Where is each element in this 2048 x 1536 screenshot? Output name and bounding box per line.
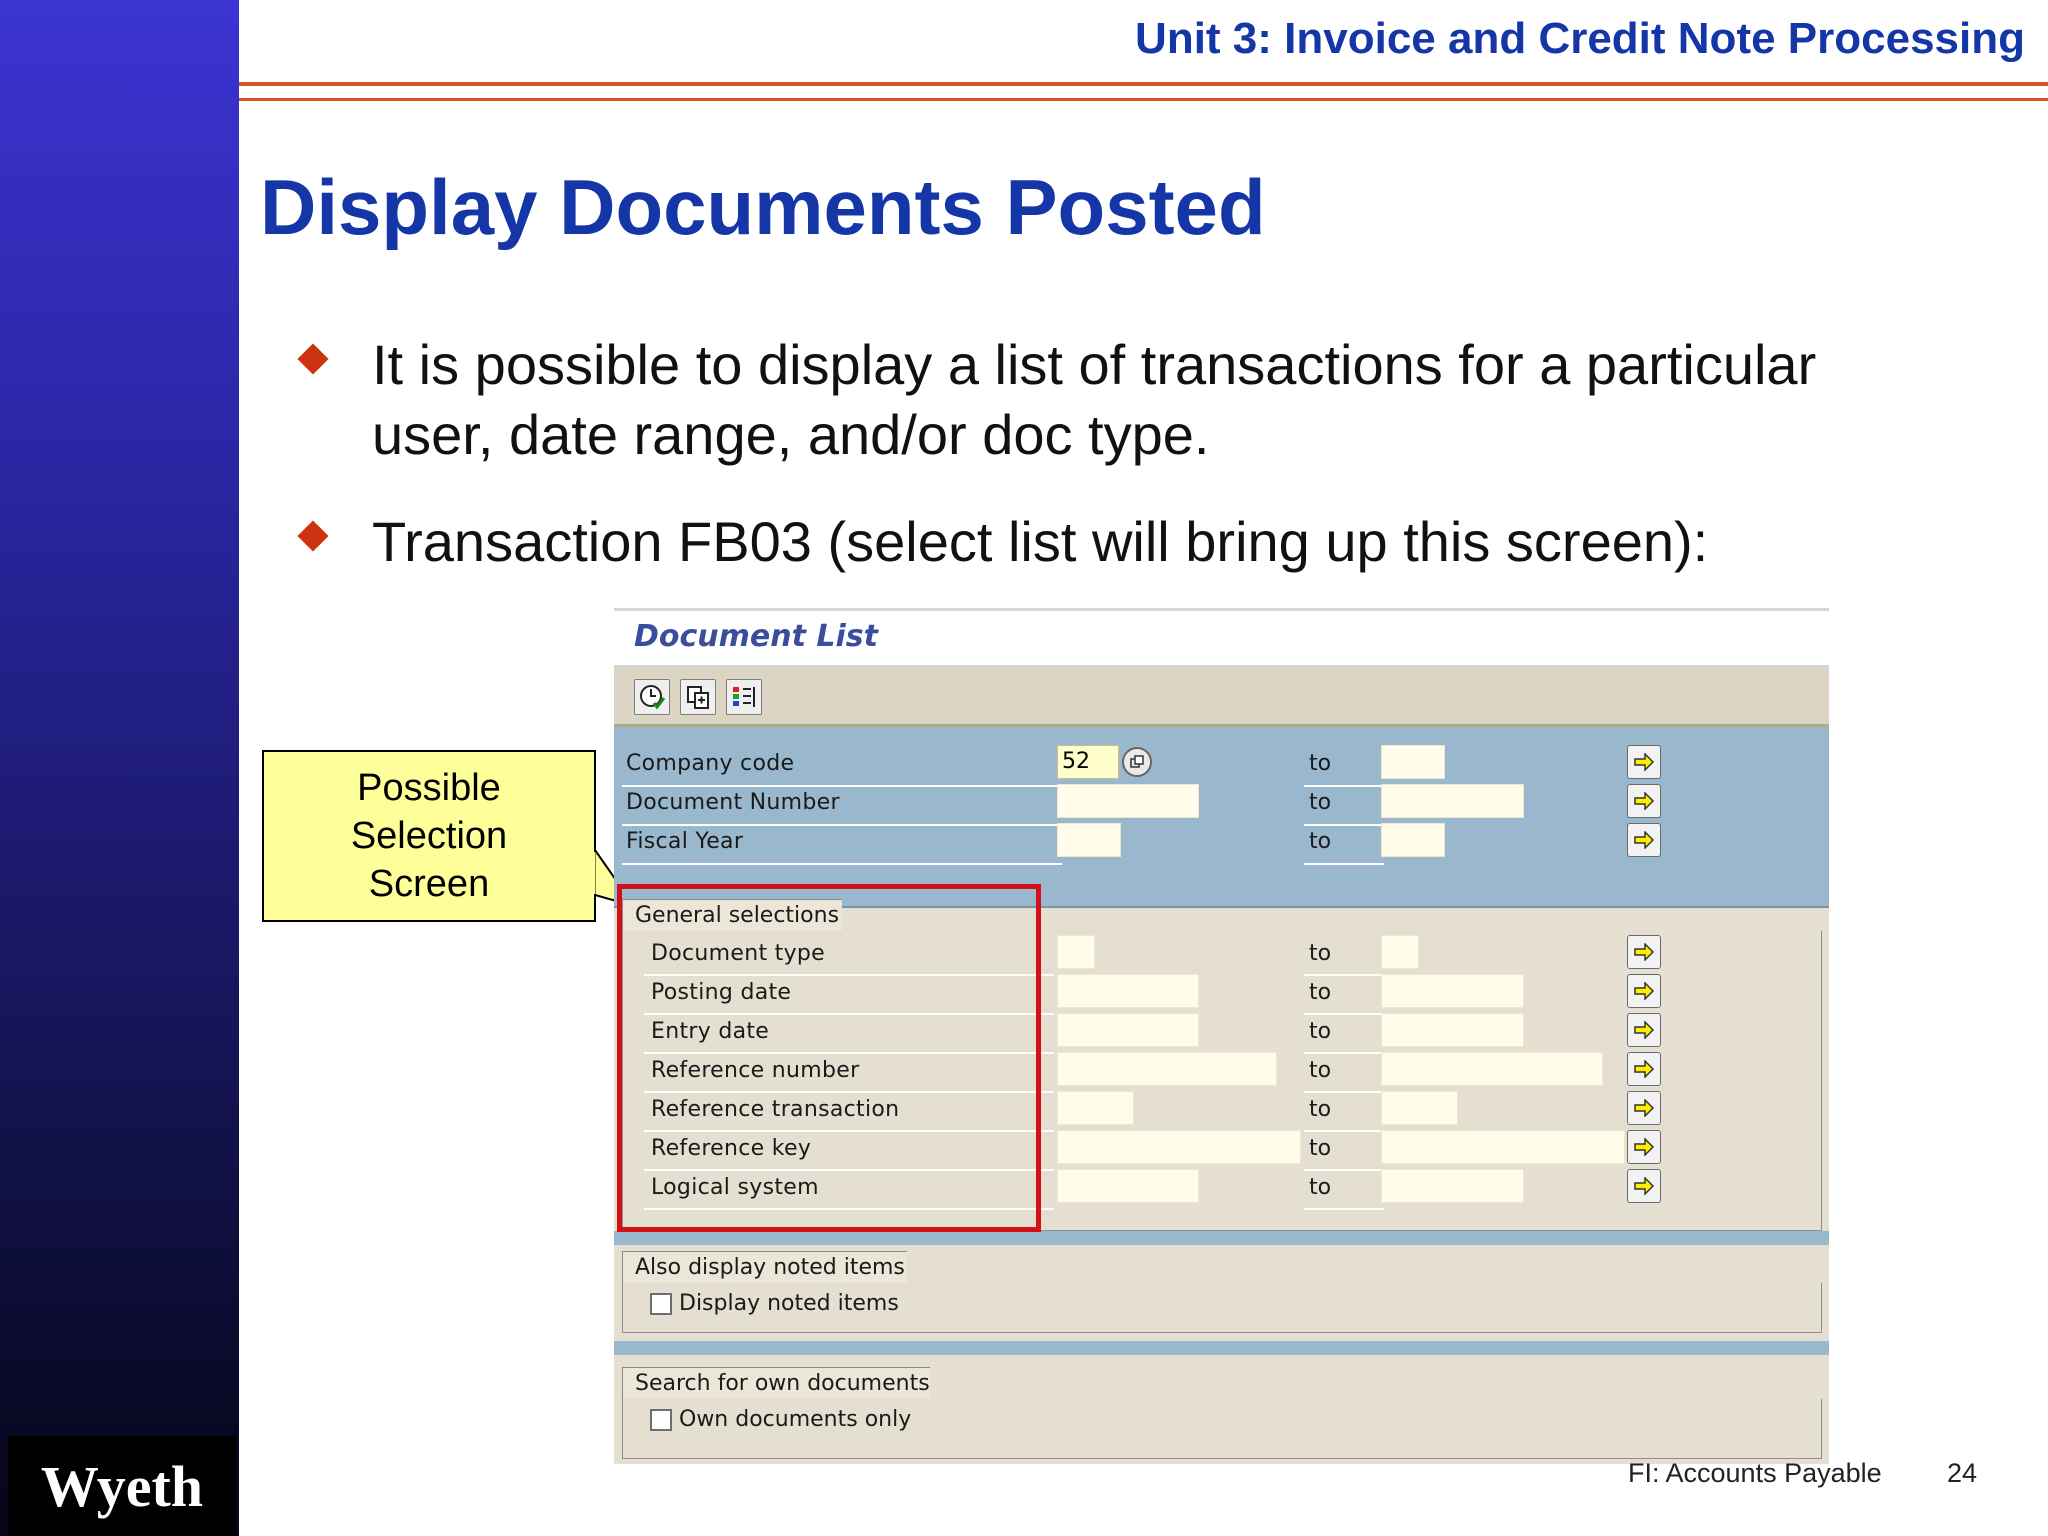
document-type-from-field[interactable] xyxy=(1057,935,1095,969)
fiscal-year-from-field[interactable] xyxy=(1057,823,1121,857)
row-divider xyxy=(622,863,1062,865)
row-divider xyxy=(1304,974,1384,976)
to-label: to xyxy=(1309,941,1332,966)
bullet-diamond-icon xyxy=(297,520,329,552)
entry-date-from-field[interactable] xyxy=(1057,1013,1199,1047)
callout-text: Possible Selection Screen xyxy=(350,767,508,905)
posting-date-to-field[interactable] xyxy=(1381,974,1524,1008)
row-divider xyxy=(1304,1208,1384,1210)
display-noted-items-checkbox[interactable] xyxy=(650,1293,672,1315)
reference-key-from-field[interactable] xyxy=(1057,1130,1301,1164)
section-separator xyxy=(614,1341,1829,1355)
to-label: to xyxy=(1309,829,1332,854)
header-fields-panel: Company code 52 to Document Number to Fi… xyxy=(614,727,1829,908)
header-rule xyxy=(239,82,2048,86)
company-code-to-field[interactable] xyxy=(1381,745,1445,779)
wyeth-logo: Wyeth xyxy=(8,1436,236,1536)
multiple-selection-arrow-icon[interactable] xyxy=(1627,935,1661,969)
multiple-selection-arrow-icon[interactable] xyxy=(1627,823,1661,857)
to-label: to xyxy=(1309,1136,1332,1161)
document-number-label: Document Number xyxy=(626,790,840,815)
company-code-label: Company code xyxy=(626,751,795,776)
copy-icon[interactable] xyxy=(680,679,716,715)
search-help-icon[interactable] xyxy=(1122,747,1152,777)
document-type-to-field[interactable] xyxy=(1381,935,1419,969)
noted-items-tab: Also display noted items xyxy=(622,1251,907,1283)
reference-key-to-field[interactable] xyxy=(1381,1130,1625,1164)
slide-title: Display Documents Posted xyxy=(260,163,1266,251)
row-divider xyxy=(622,824,1062,826)
multiple-selection-arrow-icon[interactable] xyxy=(1627,1013,1661,1047)
multiple-selection-arrow-icon[interactable] xyxy=(1627,1052,1661,1086)
multiple-selection-arrow-icon[interactable] xyxy=(1627,974,1661,1008)
callout-box: Possible Selection Screen xyxy=(262,750,596,922)
fiscal-year-label: Fiscal Year xyxy=(626,829,744,854)
multiple-selection-arrow-icon[interactable] xyxy=(1627,745,1661,779)
logical-system-to-field[interactable] xyxy=(1381,1169,1524,1203)
reference-transaction-to-field[interactable] xyxy=(1381,1091,1458,1125)
multiple-selection-arrow-icon[interactable] xyxy=(1627,1169,1661,1203)
page-number: 24 xyxy=(1947,1458,1978,1488)
logical-system-from-field[interactable] xyxy=(1057,1169,1199,1203)
reference-number-to-field[interactable] xyxy=(1381,1052,1603,1086)
to-label: to xyxy=(1309,751,1332,776)
bullet-diamond-icon xyxy=(297,343,329,375)
execute-icon[interactable] xyxy=(634,679,670,715)
unit-title: Unit 3: Invoice and Credit Note Processi… xyxy=(1135,14,2025,63)
highlight-box xyxy=(617,884,1041,1232)
row-divider xyxy=(1304,1091,1384,1093)
header-rule-secondary xyxy=(239,98,2048,101)
reference-transaction-from-field[interactable] xyxy=(1057,1091,1134,1125)
multiple-selection-arrow-icon[interactable] xyxy=(1627,784,1661,818)
row-divider xyxy=(1304,863,1384,865)
to-label: to xyxy=(1309,1097,1332,1122)
section-separator xyxy=(614,1231,1829,1245)
document-number-from-field[interactable] xyxy=(1057,784,1199,818)
row-divider xyxy=(1304,785,1384,787)
document-number-to-field[interactable] xyxy=(1381,784,1524,818)
sap-toolbar xyxy=(614,667,1829,727)
posting-date-from-field[interactable] xyxy=(1057,974,1199,1008)
fiscal-year-to-field[interactable] xyxy=(1381,823,1445,857)
row-divider xyxy=(1304,1013,1384,1015)
display-noted-items-label: Display noted items xyxy=(679,1291,899,1316)
to-label: to xyxy=(1309,1058,1332,1083)
bullet-text: Transaction FB03 (select list will bring… xyxy=(372,510,1709,573)
to-label: to xyxy=(1309,790,1332,815)
own-documents-only-checkbox[interactable] xyxy=(650,1409,672,1431)
to-label: to xyxy=(1309,980,1332,1005)
row-divider xyxy=(1304,1130,1384,1132)
footer-course: FI: Accounts Payable xyxy=(1628,1458,1882,1488)
own-documents-only-label: Own documents only xyxy=(679,1407,912,1432)
row-divider xyxy=(1304,1169,1384,1171)
to-label: to xyxy=(1309,1175,1332,1200)
bullet-text: It is possible to display a list of tran… xyxy=(372,333,1817,466)
to-label: to xyxy=(1309,1019,1332,1044)
company-code-from-field[interactable]: 52 xyxy=(1057,745,1119,779)
side-band xyxy=(0,0,239,1536)
multiple-selection-arrow-icon[interactable] xyxy=(1627,1091,1661,1125)
sap-window-title: Document List xyxy=(614,611,1829,667)
row-divider xyxy=(1304,1052,1384,1054)
multiple-selection-arrow-icon[interactable] xyxy=(1627,1130,1661,1164)
row-divider xyxy=(1304,824,1384,826)
row-divider xyxy=(622,785,1062,787)
dynamic-selections-icon[interactable] xyxy=(726,679,762,715)
own-documents-tab: Search for own documents xyxy=(622,1367,930,1399)
entry-date-to-field[interactable] xyxy=(1381,1013,1524,1047)
reference-number-from-field[interactable] xyxy=(1057,1052,1277,1086)
